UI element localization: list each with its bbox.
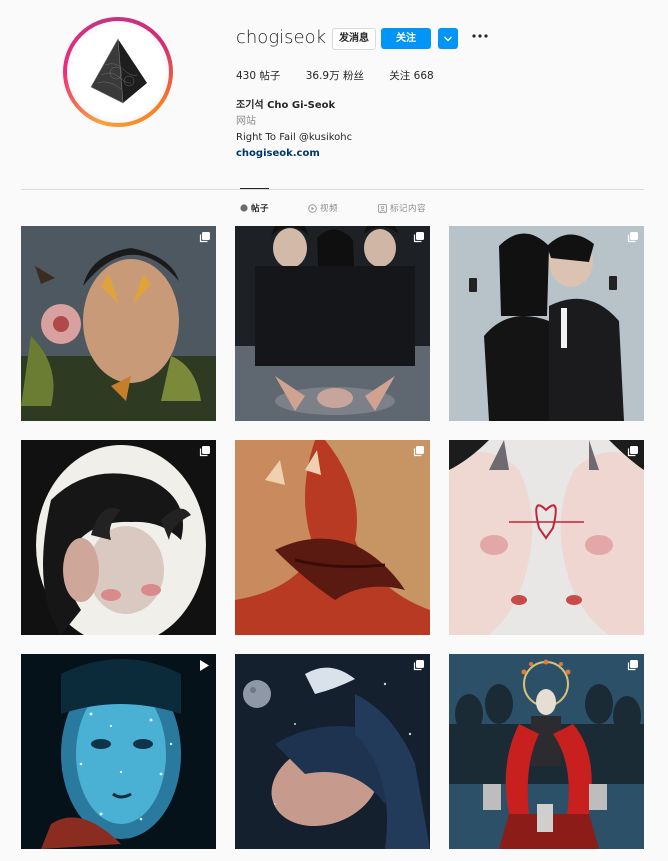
post-tile[interactable] — [235, 654, 430, 849]
followers-count[interactable]: 36.9万 粉丝 — [306, 70, 364, 82]
full-name: 조기석 Cho Gi-Seok — [236, 100, 336, 111]
video-icon — [200, 660, 209, 671]
tab-tagged[interactable]: 标记内容 — [378, 202, 426, 214]
tabs-divider — [21, 189, 644, 190]
tab-videos[interactable]: 视频 — [308, 202, 338, 214]
bio-text: Right To Fail @kusikohc — [236, 132, 353, 143]
carousel-icon — [627, 446, 638, 457]
post-image — [21, 440, 216, 635]
tab-videos-label: 视频 — [320, 204, 339, 214]
post-tile[interactable] — [449, 226, 644, 421]
post-tile[interactable] — [21, 440, 216, 635]
carousel-icon — [627, 660, 638, 671]
profile-avatar-ring[interactable] — [63, 17, 173, 127]
profile-bio: 조기석 Cho Gi-Seok 网站 Right To Fail @kusiko… — [236, 98, 352, 162]
chevron-down-icon — [444, 36, 452, 42]
post-image — [449, 226, 644, 421]
active-tab-indicator — [240, 188, 269, 189]
carousel-icon — [413, 446, 424, 457]
avatar[interactable] — [71, 25, 165, 119]
post-image — [21, 654, 216, 849]
carousel-icon — [413, 232, 424, 243]
post-tile[interactable] — [449, 654, 644, 849]
post-tile[interactable] — [449, 440, 644, 635]
carousel-icon — [199, 232, 210, 243]
website-link[interactable]: chogiseok.com — [236, 146, 352, 162]
posts-count: 430 帖子 — [236, 70, 281, 82]
post-image — [449, 440, 644, 635]
post-tile[interactable] — [21, 226, 216, 421]
post-image — [449, 654, 644, 849]
tab-posts[interactable]: 帖子 — [240, 202, 269, 214]
message-button[interactable]: 发消息 — [332, 28, 376, 50]
post-image — [235, 440, 430, 635]
post-tile[interactable] — [235, 226, 430, 421]
post-tile[interactable] — [235, 440, 430, 635]
post-image — [21, 226, 216, 421]
carousel-icon — [627, 232, 638, 243]
carousel-icon — [413, 660, 424, 671]
more-options-icon[interactable] — [471, 29, 489, 45]
tab-posts-label: 帖子 — [251, 204, 270, 214]
profile-username: chogiseok — [236, 27, 327, 48]
category-label: 网站 — [236, 116, 256, 127]
post-tile[interactable] — [21, 654, 216, 849]
follow-button[interactable]: 关注 — [381, 28, 431, 49]
tab-tagged-label: 标记内容 — [390, 204, 427, 214]
grid-icon — [240, 204, 248, 212]
carousel-icon — [199, 446, 210, 457]
post-image — [235, 226, 430, 421]
post-image — [235, 654, 430, 849]
profile-stats: 430 帖子 36.9万 粉丝 关注 668 — [236, 68, 456, 83]
avatar-border — [67, 21, 169, 123]
tagged-icon — [378, 203, 387, 213]
suggested-dropdown-button[interactable] — [438, 28, 458, 49]
video-icon — [308, 203, 317, 213]
following-count[interactable]: 关注 668 — [389, 70, 433, 82]
